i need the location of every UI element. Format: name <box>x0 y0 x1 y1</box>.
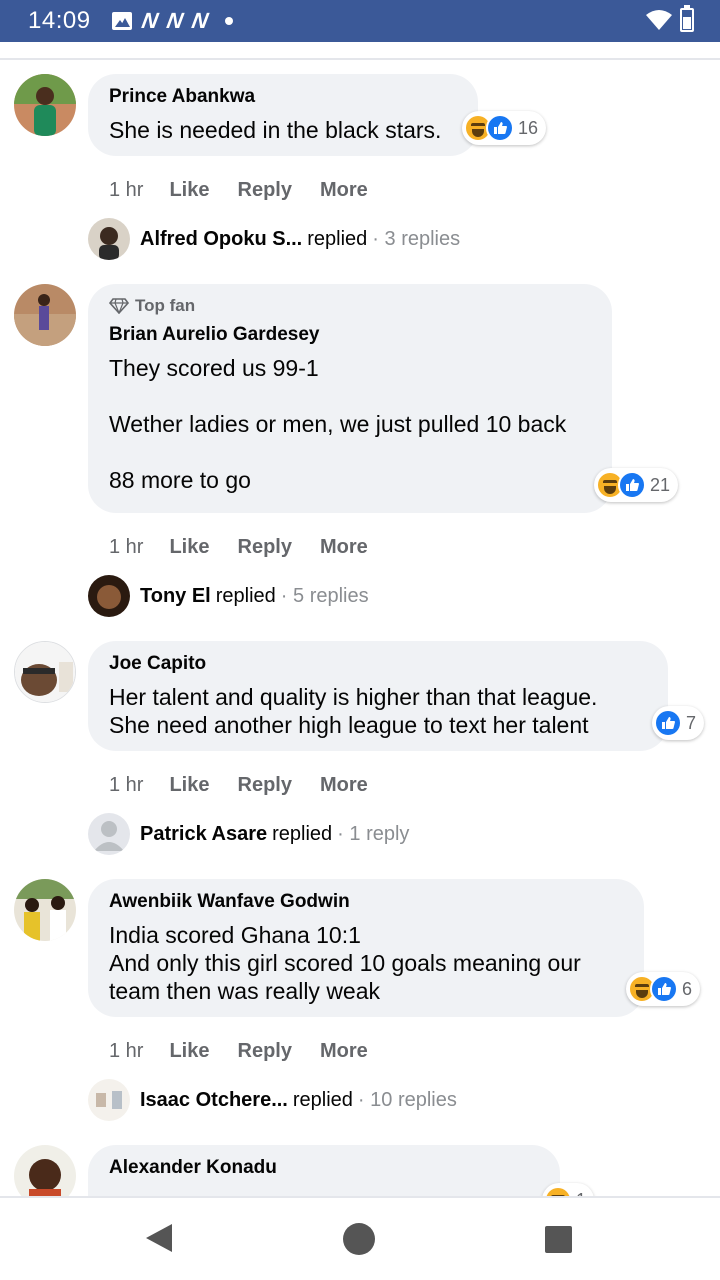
like-reaction-icon <box>654 709 682 737</box>
notification-icons: N N N <box>112 8 233 33</box>
like-button[interactable]: Like <box>169 773 209 797</box>
comment-text: She is needed in the black stars. <box>109 117 442 143</box>
reactions-summary[interactable]: 6 <box>626 972 701 1006</box>
wifi-icon <box>646 10 672 30</box>
comment-bubble[interactable]: Joe Capito Her talent and quality is hig… <box>88 641 668 751</box>
reply-count: · 3 replies <box>372 227 461 250</box>
comment-author[interactable]: Alexander Konadu <box>109 1157 540 1179</box>
more-button[interactable]: More <box>320 1039 368 1063</box>
reaction-count: 7 <box>686 712 697 733</box>
recents-icon[interactable] <box>545 1226 572 1253</box>
reply-verb: replied <box>215 584 276 607</box>
comment-author[interactable]: Joe Capito <box>109 653 648 675</box>
notification-n-icon: N <box>189 8 209 33</box>
system-nav-bar <box>0 1196 720 1280</box>
like-button[interactable]: Like <box>169 535 209 559</box>
avatar[interactable] <box>14 641 76 703</box>
comment-author[interactable]: Prince Abankwa <box>109 86 458 108</box>
comment-time[interactable]: 1 hr <box>109 1039 143 1063</box>
reply-count: · 1 reply <box>337 822 410 845</box>
reaction-count: 16 <box>518 117 539 138</box>
reply-button[interactable]: Reply <box>238 178 292 202</box>
comment-time[interactable]: 1 hr <box>109 535 143 559</box>
top-fan-label: Top fan <box>135 296 196 315</box>
view-replies[interactable]: Tony El replied · 5 replies <box>88 575 369 617</box>
reply-avatar <box>88 218 130 260</box>
comments-feed[interactable]: Prince Abankwa She is needed in the blac… <box>0 60 720 1196</box>
avatar[interactable] <box>14 1145 76 1196</box>
comment-bubble[interactable]: Alexander Konadu <box>88 1145 560 1196</box>
gallery-icon <box>112 12 132 30</box>
like-reaction-icon <box>618 471 646 499</box>
view-replies[interactable]: Alfred Opoku S... replied · 3 replies <box>88 218 460 260</box>
reply-button[interactable]: Reply <box>238 535 292 559</box>
reactions-summary[interactable]: 1 <box>542 1183 595 1196</box>
reply-author: Isaac Otchere... <box>140 1088 288 1111</box>
comment-text: India scored Ghana 10:1 And only this gi… <box>109 922 581 1004</box>
comment-time[interactable]: 1 hr <box>109 773 143 797</box>
view-replies[interactable]: Isaac Otchere... replied · 10 replies <box>88 1079 457 1121</box>
haha-reaction-icon <box>544 1186 572 1196</box>
notification-n-icon: N <box>139 8 160 33</box>
comment-bubble[interactable]: Prince Abankwa She is needed in the blac… <box>88 74 478 156</box>
comment-actions: 1 hr Like Reply More <box>109 535 396 559</box>
battery-icon <box>680 5 694 32</box>
more-button[interactable]: More <box>320 178 368 202</box>
status-bar: 14:09 N N N <box>0 0 720 42</box>
like-button[interactable]: Like <box>169 178 209 202</box>
reactions-summary[interactable]: 16 <box>462 111 547 145</box>
top-fan-badge: Top fan <box>109 296 592 316</box>
comment-bubble[interactable]: Awenbiik Wanfave Godwin India scored Gha… <box>88 879 644 1017</box>
like-reaction-icon <box>650 975 678 1003</box>
more-button[interactable]: More <box>320 535 368 559</box>
reply-avatar <box>88 813 130 855</box>
reactions-summary[interactable]: 21 <box>594 468 679 502</box>
comment-actions: 1 hr Like Reply More <box>109 773 396 797</box>
reply-author: Patrick Asare <box>140 822 268 845</box>
reply-verb: replied <box>307 227 368 250</box>
reply-verb: replied <box>272 822 333 845</box>
notification-n-icon: N <box>164 8 185 33</box>
like-button[interactable]: Like <box>169 1039 209 1063</box>
reaction-count: 21 <box>650 474 671 495</box>
back-icon[interactable] <box>146 1224 172 1252</box>
home-icon[interactable] <box>343 1223 375 1255</box>
reply-avatar <box>88 575 130 617</box>
avatar[interactable] <box>14 284 76 346</box>
comment-bubble[interactable]: Top fan Brian Aurelio Gardesey They scor… <box>88 284 612 513</box>
avatar[interactable] <box>14 879 76 941</box>
comment-text: Her talent and quality is higher than th… <box>109 684 598 738</box>
comment-author[interactable]: Awenbiik Wanfave Godwin <box>109 891 624 913</box>
reply-count: · 5 replies <box>280 584 369 607</box>
reply-count: · 10 replies <box>357 1088 457 1111</box>
more-notifications-dot-icon <box>224 17 233 25</box>
avatar[interactable] <box>14 74 76 136</box>
diamond-icon <box>109 298 129 314</box>
reply-author: Alfred Opoku S... <box>140 227 303 250</box>
reply-avatar <box>88 1079 130 1121</box>
reaction-count: 6 <box>682 978 693 999</box>
system-icons <box>646 5 694 32</box>
status-time: 14:09 <box>28 7 91 34</box>
view-replies[interactable]: Patrick Asare replied · 1 reply <box>88 813 409 855</box>
reactions-summary[interactable]: 7 <box>652 706 705 740</box>
reply-author: Tony El <box>140 584 211 607</box>
comment-actions: 1 hr Like Reply More <box>109 178 396 202</box>
comment-time[interactable]: 1 hr <box>109 178 143 202</box>
more-button[interactable]: More <box>320 773 368 797</box>
comment-text: They scored us 99-1 Wether ladies or men… <box>109 355 567 493</box>
like-reaction-icon <box>486 114 514 142</box>
reply-verb: replied <box>292 1088 353 1111</box>
comment-actions: 1 hr Like Reply More <box>109 1039 396 1063</box>
comment-author[interactable]: Brian Aurelio Gardesey <box>109 324 592 346</box>
reply-button[interactable]: Reply <box>238 1039 292 1063</box>
reply-button[interactable]: Reply <box>238 773 292 797</box>
